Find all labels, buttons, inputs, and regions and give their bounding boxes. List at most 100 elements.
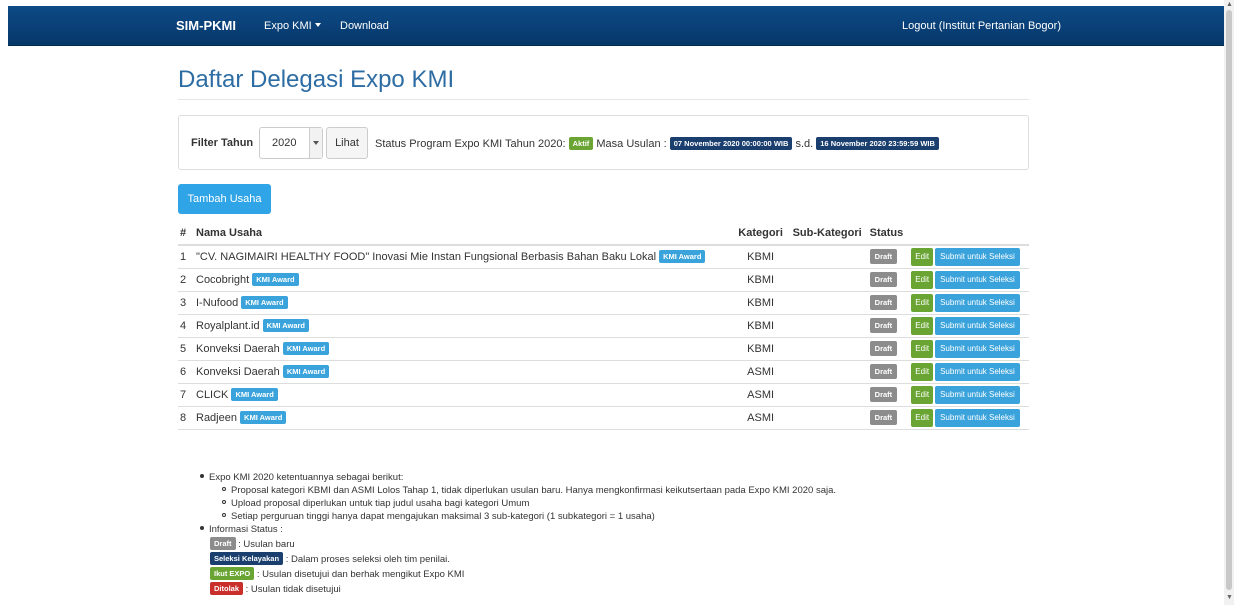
submit-seleksi-button[interactable]: Submit untuk Seleksi	[935, 293, 1020, 312]
row-actions: Edit Submit untuk Seleksi	[907, 382, 1029, 406]
table-header-row: # Nama Usaha Kategori Sub-Kategori Statu…	[178, 222, 1029, 246]
row-kategori: KBMI	[732, 313, 789, 337]
note-info-title: Informasi Status :	[200, 524, 283, 535]
legend-ditolak-badge: Ditolak	[210, 582, 244, 595]
row-status: Draft	[865, 313, 908, 337]
row-subkategori	[788, 382, 866, 406]
program-status-line: Status Program Expo KMI Tahun 2020: Akti…	[375, 137, 939, 150]
status-legend-seleksi: Seleksi Kelayakan : Dalam proses seleksi…	[210, 552, 450, 565]
draft-badge: Draft	[869, 272, 898, 287]
usaha-name: Konveksi Daerah	[196, 366, 280, 378]
submit-seleksi-button[interactable]: Submit untuk Seleksi	[935, 270, 1020, 289]
kmi-award-badge: KMI Award	[231, 388, 278, 401]
col-header-kategori: Kategori	[732, 222, 789, 246]
row-status: Draft	[865, 290, 908, 314]
status-legend-draft: Draft : Usulan baru	[210, 537, 295, 550]
brand-link[interactable]: SIM-PKMI	[176, 18, 236, 33]
row-actions: Edit Submit untuk Seleksi	[907, 313, 1029, 337]
submit-seleksi-button[interactable]: Submit untuk Seleksi	[935, 362, 1020, 381]
tambah-usaha-button[interactable]: Tambah Usaha	[178, 184, 271, 214]
usaha-name: Royalplant.id	[196, 320, 260, 332]
logout-link[interactable]: Logout (Institut Pertanian Bogor)	[902, 20, 1061, 32]
row-kategori: KBMI	[732, 244, 789, 268]
bullet-icon	[200, 474, 204, 478]
row-subkategori	[788, 336, 866, 360]
usaha-name: CLICK	[196, 389, 229, 401]
chevron-down-icon[interactable]	[309, 128, 322, 158]
submit-seleksi-button[interactable]: Submit untuk Seleksi	[935, 316, 1020, 335]
row-number: 7	[178, 382, 192, 406]
draft-badge: Draft	[869, 410, 898, 425]
table-row: 4 Royalplant.id KMI Award KBMI Draft Edit Sub…	[178, 313, 1029, 337]
row-kategori: KBMI	[732, 336, 789, 360]
draft-badge: Draft	[869, 249, 898, 265]
bullet-icon	[200, 526, 204, 530]
scroll-up-icon[interactable]: ▲	[1226, 1, 1233, 8]
kmi-award-badge: KMI Award	[241, 296, 288, 309]
edit-button[interactable]: Edit	[911, 270, 934, 289]
sd-text: s.d.	[795, 138, 814, 150]
submit-seleksi-button[interactable]: Submit untuk Seleksi	[935, 385, 1020, 404]
table-row: 6 Konveksi Daerah KMI Award ASMI Draft Edit S…	[178, 359, 1029, 383]
row-number: 4	[178, 313, 192, 337]
row-status: Draft	[865, 382, 908, 406]
legend-ikut-expo-badge: Ikut EXPO	[210, 567, 255, 580]
page-scrollbar[interactable]: ▲ ▼	[1224, 0, 1234, 605]
year-select[interactable]: 2020	[259, 127, 323, 159]
draft-badge: Draft	[869, 387, 898, 402]
edit-button[interactable]: Edit	[911, 293, 934, 312]
edit-button[interactable]: Edit	[911, 362, 934, 381]
scroll-thumb[interactable]	[1226, 10, 1232, 590]
kmi-award-badge: KMI Award	[240, 411, 287, 424]
row-nama-usaha: Konveksi Daerah KMI Award	[192, 359, 733, 383]
edit-button[interactable]: Edit	[911, 385, 934, 404]
note-intro: Expo KMI 2020 ketentuannya sebagai berik…	[200, 472, 403, 483]
legend-draft-text: : Usulan baru	[238, 539, 295, 550]
legend-ditolak-text: : Usulan tidak disetujui	[245, 584, 341, 595]
table-row: 8 Radjeen KMI Award ASMI Draft Edit Submit un…	[178, 405, 1029, 430]
table-row: 3 I-Nufood KMI Award KBMI Draft Edit Submit u…	[178, 290, 1029, 314]
row-subkategori	[788, 290, 866, 314]
row-number: 8	[178, 405, 192, 430]
status-legend-ditolak: Ditolak : Usulan tidak disetujui	[210, 582, 341, 595]
caret-down-icon	[314, 23, 321, 27]
submit-seleksi-button[interactable]: Submit untuk Seleksi	[935, 408, 1020, 427]
submit-seleksi-button[interactable]: Submit untuk Seleksi	[935, 339, 1020, 358]
kmi-award-badge: KMI Award	[262, 319, 309, 332]
expo-kmi-menu[interactable]: Expo KMI	[264, 20, 321, 32]
row-actions: Edit Submit untuk Seleksi	[907, 290, 1029, 314]
edit-button[interactable]: Edit	[911, 339, 934, 358]
row-kategori: KBMI	[732, 290, 789, 314]
row-number: 6	[178, 359, 192, 383]
note-info-title-text: Informasi Status :	[209, 524, 283, 535]
status-text: Status Program Expo KMI Tahun 2020:	[375, 138, 566, 150]
scroll-down-icon[interactable]: ▼	[1226, 594, 1233, 601]
note-sub-1-text: Proposal kategori KBMI dan ASMI Lolos Ta…	[231, 485, 837, 496]
col-header-no: #	[178, 222, 192, 246]
row-number: 3	[178, 290, 192, 314]
row-actions: Edit Submit untuk Seleksi	[907, 267, 1029, 291]
kmi-award-badge: KMI Award	[659, 250, 706, 264]
usaha-table: # Nama Usaha Kategori Sub-Kategori Statu…	[178, 222, 1029, 430]
page-title: Daftar Delegasi Expo KMI	[178, 66, 455, 93]
row-kategori: ASMI	[732, 359, 789, 383]
lihat-button[interactable]: Lihat	[326, 127, 368, 159]
row-subkategori	[788, 405, 866, 430]
status-legend-ikut-expo: Ikut EXPO : Usulan disetujui dan berhak …	[210, 567, 464, 580]
note-sub-3: Setiap perguruan tinggi hanya dapat meng…	[222, 511, 655, 522]
submit-seleksi-button[interactable]: Submit untuk Seleksi	[935, 247, 1020, 266]
usaha-name: Radjeen	[196, 412, 237, 424]
edit-button[interactable]: Edit	[911, 408, 934, 427]
kmi-award-badge: KMI Award	[282, 365, 330, 378]
note-sub-2: Upload proposal diperlukan untuk tiap ju…	[222, 498, 529, 509]
row-kategori: KBMI	[732, 267, 789, 291]
download-link[interactable]: Download	[340, 20, 389, 32]
draft-badge: Draft	[869, 318, 898, 333]
legend-ikut-expo-text: : Usulan disetujui dan berhak mengikut E…	[256, 569, 465, 580]
row-nama-usaha: Royalplant.id KMI Award	[192, 313, 733, 337]
row-nama-usaha: Radjeen KMI Award	[192, 405, 733, 430]
edit-button[interactable]: Edit	[911, 316, 934, 335]
status-active-badge: Aktif	[568, 137, 594, 150]
edit-button[interactable]: Edit	[911, 247, 934, 266]
row-subkategori	[788, 313, 866, 337]
